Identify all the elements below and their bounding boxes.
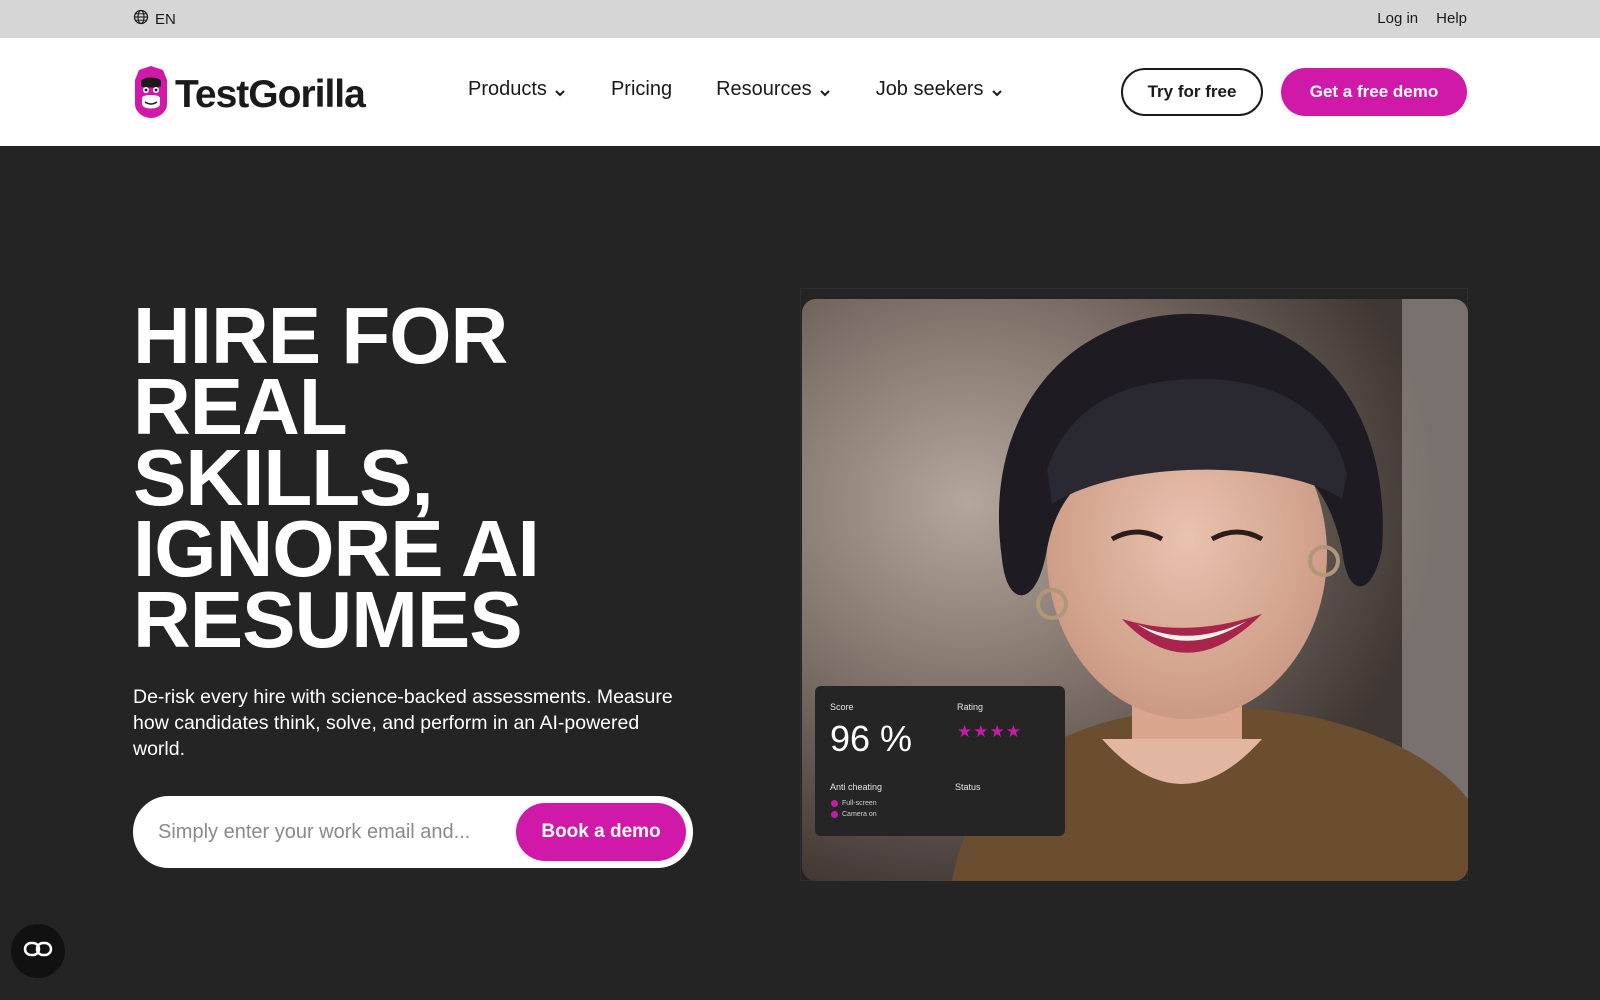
chevron-down-icon [553, 83, 567, 97]
star-icon: ★ [957, 722, 974, 741]
utility-bar: EN Log in Help [0, 0, 1600, 38]
nav-item-label: Resources [716, 78, 812, 100]
chevron-down-icon [990, 83, 1004, 97]
status-label: Status [955, 782, 981, 792]
hero-title-line: IGNORE AI [133, 504, 540, 593]
accessibility-button[interactable] [11, 924, 65, 978]
gorilla-logo-icon [133, 64, 169, 125]
get-free-demo-button[interactable]: Get a free demo [1281, 68, 1467, 116]
chevron-down-icon [818, 83, 832, 97]
help-link[interactable]: Help [1436, 10, 1467, 27]
main-navigation: TestGorilla Products Pricing Resources J… [0, 38, 1600, 146]
login-link[interactable]: Log in [1377, 10, 1418, 27]
nav-item-resources[interactable]: Resources [716, 78, 832, 101]
language-selector[interactable]: EN [133, 9, 176, 29]
hero-title-line: HIRE FOR [133, 291, 508, 380]
hero-title-line: REAL [133, 362, 348, 451]
check-dot-icon [831, 811, 838, 818]
nav-item-label: Products [468, 78, 547, 100]
nav-item-label: Job seekers [875, 78, 984, 100]
hero-subtitle: De-risk every hire with science-backed a… [133, 686, 673, 760]
nav-item-label: Pricing [610, 78, 673, 100]
hero-title-line: RESUMES [133, 575, 523, 664]
utility-links: Log in Help [1377, 10, 1467, 27]
nav-item-products[interactable]: Products [468, 78, 567, 101]
try-for-free-button[interactable]: Try for free [1121, 68, 1263, 116]
book-demo-button[interactable]: Book a demo [516, 803, 686, 861]
hero-title: HIRE FOR REAL SKILLS, IGNORE AI RESUMES [133, 291, 693, 664]
rating-label: Rating [957, 702, 984, 712]
star-icon: ★ [1005, 722, 1022, 741]
check-dot-icon [831, 800, 838, 807]
nav-item-job-seekers[interactable]: Job seekers [876, 78, 1004, 101]
work-email-input[interactable] [136, 799, 516, 865]
globe-icon [133, 9, 149, 29]
demo-signup-form: Book a demo [133, 796, 693, 868]
hero-title-line: SKILLS, [133, 433, 434, 522]
check-label: Full-screen [842, 800, 877, 807]
star-icon: ★ [989, 722, 1006, 741]
anti-cheating-label: Anti cheating [830, 782, 883, 792]
check-label: Camera on [842, 811, 877, 818]
accessibility-icon [23, 939, 53, 964]
nav-menu: Products Pricing Resources Job seekers [468, 78, 1048, 101]
check-camera-on: Camera on [831, 811, 877, 818]
star-icon: ★ [973, 722, 990, 741]
nav-item-pricing[interactable]: Pricing [611, 78, 672, 101]
score-card: Score 96 % Rating ★★★★ Anti cheating Sta… [815, 686, 1065, 836]
brand-logo[interactable]: TestGorilla [133, 64, 366, 125]
brand-name: TestGorilla [175, 72, 366, 116]
score-label: Score [830, 702, 854, 712]
check-full-screen: Full-screen [831, 800, 877, 807]
language-label: EN [155, 10, 176, 28]
score-value: 96 % [830, 718, 913, 759]
rating-stars: ★★★★ [957, 722, 1022, 742]
